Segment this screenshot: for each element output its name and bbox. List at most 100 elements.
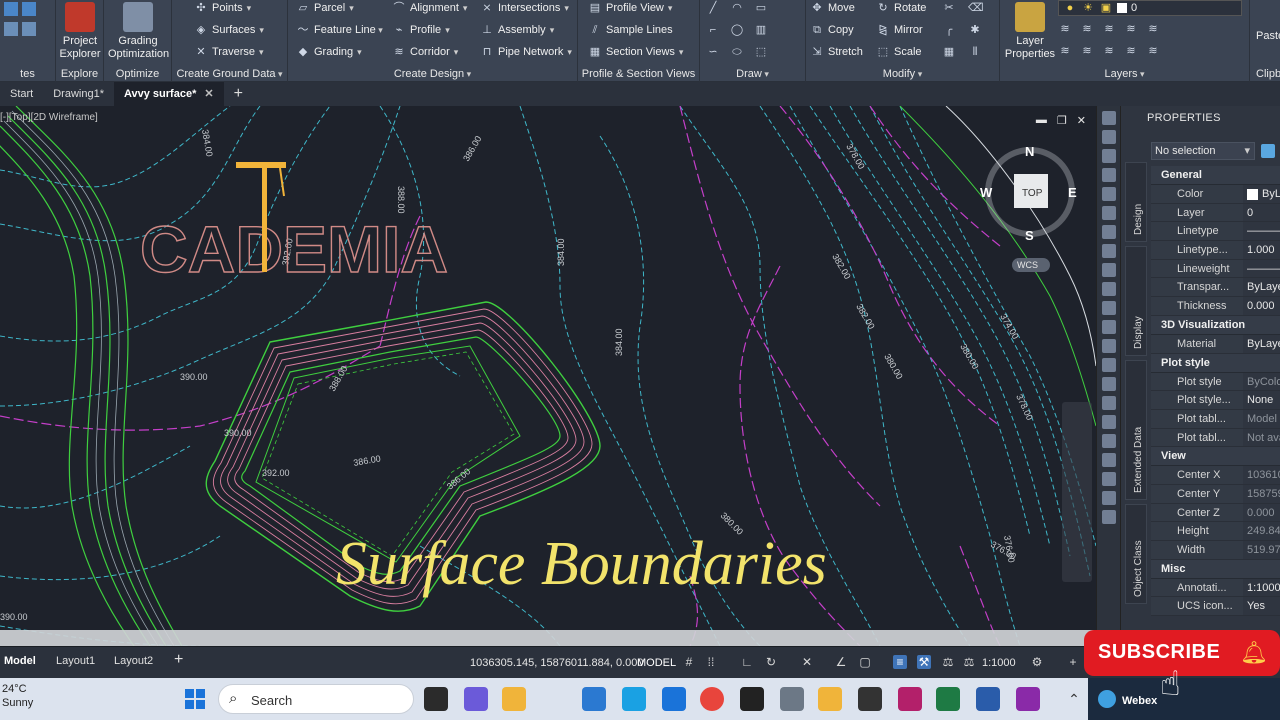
draw-row-1[interactable]: ╱ ◠ ▭ [706, 1, 768, 15]
annotation-scale-dropdown[interactable]: 1:1000 [982, 657, 1016, 669]
tool-icon[interactable] [1101, 510, 1116, 524]
sample-lines-button[interactable]: ⫽ Sample Lines [588, 23, 673, 37]
tool-icon[interactable] [1101, 301, 1116, 315]
prop-row[interactable]: Layer 0 [1151, 203, 1280, 223]
prop-row[interactable]: Width 519.978 [1151, 541, 1280, 560]
tool-icon[interactable] [1101, 320, 1116, 334]
tab-drawing1[interactable]: Drawing1* [43, 82, 114, 106]
tool-icon[interactable] [1101, 130, 1116, 144]
prop-row[interactable]: Center Y 15875913 [1151, 484, 1280, 504]
assembly-button[interactable]: ⊥ Assembly [480, 23, 554, 37]
profile-view-button[interactable]: ▤ Profile View [588, 1, 672, 15]
settings-icon[interactable] [780, 687, 804, 711]
word-icon[interactable] [976, 687, 1000, 711]
close-icon[interactable]: ✕ [1077, 114, 1086, 127]
prop-row[interactable]: Center Z 0.000 [1151, 503, 1280, 523]
section-3d-visualization[interactable]: 3D Visualization [1151, 315, 1280, 335]
prop-row[interactable]: Center X 1036105.4 [1151, 466, 1280, 485]
section-plot-style[interactable]: Plot style [1151, 353, 1280, 373]
layout-tab-model[interactable]: Model [4, 655, 36, 667]
tool-icon[interactable] [1101, 339, 1116, 353]
corridor-button[interactable]: ≋ Corridor [392, 45, 458, 59]
tab-avvy-surface[interactable]: Avvy surface* ✕ [113, 82, 224, 106]
chat-icon[interactable] [464, 687, 488, 711]
rotate-button[interactable]: ↻ Rotate [876, 1, 926, 15]
intersections-button[interactable]: ⨯ Intersections [480, 1, 569, 15]
section-view[interactable]: View [1151, 447, 1280, 467]
layout-tab-layout1[interactable]: Layout1 [56, 655, 95, 667]
civil3d-icon[interactable] [1016, 687, 1040, 711]
tool-icon[interactable] [1101, 244, 1116, 258]
paste-button[interactable]: Paste [1256, 30, 1280, 42]
app-icon[interactable] [622, 687, 646, 711]
layer-dropdown[interactable]: ● ☀ ▣ 0 [1058, 0, 1242, 16]
surfaces-button[interactable]: ◈ Surfaces [194, 23, 264, 37]
drawing-canvas[interactable]: 384.00 386.00 388.00 392.00 390.00 390.0… [0, 106, 1096, 646]
store-icon[interactable] [582, 687, 606, 711]
prop-row[interactable]: Height 249.843 [1151, 522, 1280, 541]
feature-line-button[interactable]: 〜 Feature Line [296, 23, 383, 37]
prop-row[interactable]: Plot tabl... Model [1151, 409, 1280, 429]
side-tab-display[interactable]: Display [1125, 246, 1147, 356]
prop-row[interactable]: Plot style... None [1151, 391, 1280, 410]
polar-icon[interactable]: ↻ [764, 655, 778, 669]
prop-row[interactable]: Thickness 0.000 [1151, 297, 1280, 316]
side-tab-object-class[interactable]: Object Class [1125, 504, 1147, 604]
drawing-viewport[interactable]: 384.00 386.00 388.00 392.00 390.00 390.0… [0, 106, 1096, 646]
app-icon[interactable] [740, 687, 764, 711]
panel-title-create-design[interactable]: Create Design [288, 68, 577, 80]
search-app-icon[interactable] [818, 687, 842, 711]
model-space-button[interactable]: MODEL [637, 657, 676, 669]
tool-icon[interactable] [1101, 377, 1116, 391]
chevron-up-icon[interactable]: ⌃ [1062, 687, 1086, 711]
tool-icon[interactable] [1101, 225, 1116, 239]
plus-icon[interactable]: + [1066, 655, 1080, 669]
tool-icon[interactable] [1101, 434, 1116, 448]
scale-button[interactable]: ⬚ Scale [876, 45, 922, 59]
modify-extra-1[interactable]: ✂ ⌫ [942, 1, 983, 15]
side-tab-extended-data[interactable]: Extended Data [1125, 360, 1147, 500]
excel-icon[interactable] [936, 687, 960, 711]
panel-title-layers[interactable]: Layers [1000, 68, 1249, 80]
add-layout-button[interactable]: + [174, 651, 183, 669]
tool-icon[interactable] [1101, 358, 1116, 372]
pipe-network-button[interactable]: ⊓ Pipe Network [480, 45, 572, 59]
prop-row[interactable]: Transpar... ByLayer [1151, 278, 1280, 298]
tool-icon[interactable] [1101, 206, 1116, 220]
draw-row-3[interactable]: ∽ ⬭ ⬚ [706, 45, 768, 59]
command-line[interactable] [0, 630, 1096, 646]
layer-tools-row-2[interactable]: ≋ ≋ ≋ ≋ ≋ [1058, 44, 1160, 58]
modify-extra-3[interactable]: ▦ ⫴ [942, 45, 982, 59]
panel-title-modify[interactable]: Modify [806, 68, 999, 80]
tool-icon[interactable] [1101, 282, 1116, 296]
close-tab-icon[interactable]: ✕ [204, 88, 213, 100]
selection-cycling-icon[interactable]: ▢ [858, 655, 872, 669]
grading-optimization-button[interactable]: Grading Optimization [108, 2, 169, 61]
panel-title-draw[interactable]: Draw [700, 68, 805, 80]
ortho-icon[interactable]: ∟ [740, 655, 754, 669]
traverse-button[interactable]: ✕ Traverse [194, 45, 264, 59]
panel-title-create-ground-data[interactable]: Create Ground Data [172, 68, 287, 80]
copy-button[interactable]: ⧉ Copy [810, 23, 854, 37]
prop-row[interactable]: Linetype... 1.000 [1151, 241, 1280, 260]
task-view-icon[interactable] [424, 687, 448, 711]
section-general[interactable]: General [1151, 166, 1280, 185]
file-explorer-icon[interactable] [502, 687, 526, 711]
tool-icon[interactable] [1101, 415, 1116, 429]
windows-start-icon[interactable] [184, 688, 206, 710]
restore-icon[interactable]: ❐ [1057, 114, 1067, 127]
viewport-label[interactable]: [-][Top][2D Wireframe] [0, 112, 98, 123]
annotation-visibility-icon[interactable]: ⚒ [917, 655, 931, 669]
annotation-icon[interactable]: ⚖ [962, 655, 976, 669]
viewcube[interactable]: TOP N S E W WCS [980, 144, 1077, 272]
alignment-button[interactable]: ⌒ Alignment [392, 1, 467, 15]
ribbon-icons-left-2[interactable] [4, 22, 36, 36]
project-explorer-button[interactable]: Project Explorer [50, 2, 110, 61]
draw-row-2[interactable]: ⌐ ◯ ▥ [706, 23, 768, 37]
tool-icon[interactable] [1101, 111, 1116, 125]
tool-icon[interactable] [1101, 396, 1116, 410]
infraworks-icon[interactable] [898, 687, 922, 711]
tool-icon[interactable] [1101, 453, 1116, 467]
snap-icon[interactable]: ⁞⁞ [704, 655, 718, 669]
otrack-icon[interactable]: ∠ [834, 655, 848, 669]
